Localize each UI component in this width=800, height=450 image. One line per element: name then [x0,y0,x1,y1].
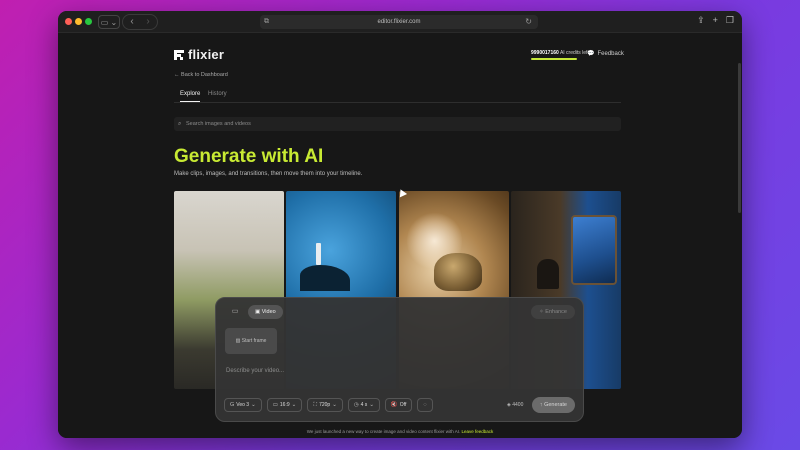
audio-value: Off [399,402,407,408]
credits-progress-bar [531,58,577,60]
tab-explore[interactable]: Explore [180,91,201,102]
generate-panel: ▭ ▣ Video ✧ Enhance ▨ Start frame Descri… [215,297,584,422]
footer-note: We just launched a new way to create ima… [58,429,742,434]
new-tab-icon[interactable]: + [713,15,718,26]
duration-value: 4 s [360,402,368,408]
sparkle-icon: ✧ [539,309,544,315]
logo-text: flixier [188,47,225,62]
kettle-shape [434,253,482,291]
prompt-input[interactable]: Describe your video... [226,368,284,374]
share-icon[interactable]: ⇪ [697,15,705,26]
cost-value: 4400 [512,402,524,408]
search-placeholder: Search images and videos [186,121,251,127]
reload-icon[interactable]: ↻ [525,15,532,29]
page-content: flixier 9990017160 AI credits left 💬 Fee… [58,33,742,438]
tabs-bar: Explore History [174,91,621,103]
close-window-button[interactable] [65,18,72,25]
credits-label: AI credits left [559,50,589,56]
enhance-button[interactable]: ✧ Enhance [531,305,575,319]
ai-credits: 9990017160 AI credits left [531,50,589,56]
aspect-value: 16:9 [279,402,290,408]
chevron-down-icon: ⌄ [369,402,374,408]
chevron-down-icon: ⌄ [251,402,256,408]
clock-icon: ◷ [353,402,359,408]
arrow-up-icon: ↑ [539,402,543,408]
arrow-left-icon: ← [174,72,180,78]
image-icon: ▨ [235,338,241,344]
aspect-ratio-icon: ▭ [272,402,278,408]
person-shape [537,259,559,289]
feedback-button[interactable]: 💬 Feedback [587,50,624,58]
model-select[interactable]: G Veo 3 ⌄ [224,398,262,412]
browser-chrome: ▭ ⌄ ‹ › ⧉ editor.flixier.com ↻ ⇪ + ❐ [58,11,742,33]
back-to-dashboard-link[interactable]: ← Back to Dashboard [174,72,228,78]
audio-toggle[interactable]: 🔇 Off [384,398,413,412]
address-bar[interactable]: ⧉ editor.flixier.com ↻ [260,15,538,29]
chat-icon: 💬 [587,51,595,57]
chevron-down-icon: ⌄ [332,402,337,408]
speaker-muted-icon: 🔇 [390,402,398,408]
browser-toolbar: ⇪ + ❐ [697,15,734,26]
video-icon: ▣ [255,309,261,315]
search-input[interactable]: ⌕ Search images and videos [174,117,621,131]
sidebar-toggle-icon[interactable]: ▭ ⌄ [98,15,120,29]
video-mode-tab[interactable]: ▣ Video [248,305,283,319]
aspect-ratio-select[interactable]: ▭ 16:9 ⌄ [266,398,303,412]
minimize-window-button[interactable] [75,18,82,25]
tab-history[interactable]: History [208,91,227,101]
settings-icon: ◌ [423,402,427,408]
video-mode-label: Video [261,309,276,315]
duration-select[interactable]: ◷ 4 s ⌄ [347,398,380,412]
google-icon: G [230,402,235,408]
page-title: Generate with AI [174,146,324,167]
logo-icon [174,49,184,60]
feedback-label: Feedback [597,50,624,57]
lighthouse-shape [316,243,321,265]
generation-controls: G Veo 3 ⌄ ▭ 16:9 ⌄ ⛶ 720p ⌄ ◷ 4 s ⌄ 🔇 Of… [224,398,433,412]
rock-shape [300,265,350,291]
tab-overview-icon[interactable]: ⧉ [264,15,269,29]
browser-window: ▭ ⌄ ‹ › ⧉ editor.flixier.com ↻ ⇪ + ❐ fli… [58,11,742,438]
generate-button[interactable]: ↑ Generate [531,397,575,413]
resolution-select[interactable]: ⛶ 720p ⌄ [307,398,343,412]
back-arrow-icon[interactable]: ‹ [126,15,138,29]
settings-button[interactable]: ◌ [417,398,433,412]
back-link-label: Back to Dashboard [181,72,228,78]
resize-icon: ⛶ [313,402,318,408]
train-window-shape [571,215,617,285]
cost-icon: ◈ [507,402,511,408]
image-mode-icon[interactable]: ▭ [226,305,244,319]
start-frame-button[interactable]: ▨ Start frame [225,328,277,354]
tabs-icon[interactable]: ❐ [726,15,734,26]
credit-cost: ◈ 4400 [507,402,523,408]
search-icon: ⌕ [178,121,182,127]
flixier-logo[interactable]: flixier [174,47,224,62]
maximize-window-button[interactable] [85,18,92,25]
url-text: editor.flixier.com [377,19,421,25]
enhance-label: Enhance [545,309,567,315]
credits-value: 9990017160 [531,50,559,56]
chevron-down-icon: ⌄ [291,402,297,408]
generate-label: Generate [544,402,567,408]
model-value: Veo 3 [236,402,250,408]
start-frame-label: Start frame [241,338,267,344]
leave-feedback-link[interactable]: Leave feedback [462,429,494,434]
page-subtitle: Make clips, images, and transitions, the… [174,171,363,177]
forward-arrow-icon[interactable]: › [142,15,154,29]
footer-text: We just launched a new way to create ima… [306,429,461,434]
scrollbar[interactable] [738,63,741,213]
resolution-value: 720p [319,402,331,408]
